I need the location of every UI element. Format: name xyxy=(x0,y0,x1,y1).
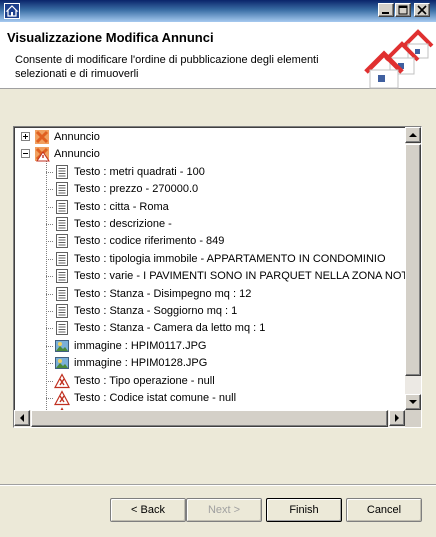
page-description: Consente di modificare l'ordine di pubbl… xyxy=(15,54,319,80)
finish-button[interactable]: Finish xyxy=(266,498,342,522)
scroll-left-icon[interactable] xyxy=(14,410,30,426)
tree-item[interactable]: Testo : citta - Roma xyxy=(54,198,169,216)
vertical-scroll-thumb[interactable] xyxy=(405,144,421,376)
tree-item-label: Testo : codice riferimento - 849 xyxy=(74,235,225,248)
tree-node-annuncio[interactable]: Annuncio xyxy=(34,128,100,146)
close-icon[interactable] xyxy=(414,3,430,17)
document-icon xyxy=(54,251,70,267)
tree-item[interactable]: Testo : Stanza - Soggiorno mq : 1 xyxy=(54,302,237,320)
tree-branch-line xyxy=(46,398,53,399)
document-icon xyxy=(54,320,70,336)
tree-item-label: Testo : Codice istat comune - null xyxy=(74,392,237,404)
maximize-icon[interactable] xyxy=(395,3,411,17)
tree-item-label: Testo : Stanza - Soggiorno mq : 1 xyxy=(74,305,238,317)
document-icon xyxy=(54,286,70,302)
tree-item[interactable]: Testo : tipologia immobile - APPARTAMENT… xyxy=(54,250,386,268)
vertical-scrollbar[interactable] xyxy=(405,127,421,410)
tree-item[interactable]: Testo : prezzo - 270000.0 xyxy=(54,180,198,198)
next-button[interactable]: Next > xyxy=(186,498,262,522)
tree-item-label: Testo : prezzo - 270000.0 xyxy=(74,183,199,196)
tree-item[interactable]: Testo : descrizione - xyxy=(54,215,172,233)
tree-item-label: Testo : varie - I PAVIMENTI SONO IN PARQ… xyxy=(74,270,405,283)
warning-x-icon xyxy=(34,146,50,162)
tree-branch-line xyxy=(46,189,53,191)
wizard-header: Visualizzazione Modifica Annunci Consent… xyxy=(0,22,436,89)
tree-branch-line xyxy=(46,293,53,295)
app-house-icon[interactable] xyxy=(4,3,20,19)
tree-branch-line xyxy=(46,224,53,225)
tree-branch-line xyxy=(46,171,53,173)
warning-icon xyxy=(53,372,71,389)
tree-branch-line xyxy=(46,276,53,278)
tree-panel: Annuncio Annuncio Testo : metri quadrati -… xyxy=(13,126,422,428)
scrollbar-corner xyxy=(405,410,421,427)
tree-branch-line xyxy=(46,328,53,330)
document-icon xyxy=(54,199,70,215)
document-icon xyxy=(54,268,70,284)
tree-item-label: immagine : HPIM0128.JPG xyxy=(74,357,208,370)
tree-item-label: Testo : citta - Roma xyxy=(74,200,169,213)
houses-logo-icon xyxy=(364,24,436,90)
document-icon xyxy=(54,164,70,180)
tree-item-label: Testo : Stanza - Camera da letto mq : 1 xyxy=(74,322,266,335)
document-icon xyxy=(54,181,70,197)
tree-item[interactable]: immagine : HPIM0117.JPG xyxy=(54,337,206,355)
document-icon xyxy=(54,216,70,232)
tree-connector-line xyxy=(46,159,47,410)
tree-item-label: Annuncio xyxy=(54,131,100,143)
tree-branch-line xyxy=(46,258,53,260)
tree-item-label: Testo : metri quadrati - 100 xyxy=(74,165,205,178)
tree-branch-line xyxy=(46,311,53,312)
document-icon xyxy=(54,303,70,319)
scroll-up-icon[interactable] xyxy=(405,127,421,143)
tree-item[interactable]: Testo : Codice istat comune - null xyxy=(53,389,237,407)
tree-item-label: immagine : HPIM0117.JPG xyxy=(74,339,207,352)
scroll-down-icon[interactable] xyxy=(405,394,421,410)
image-icon xyxy=(54,355,70,371)
back-button[interactable]: < Back xyxy=(110,498,186,522)
tree-item-label: Annuncio xyxy=(54,148,100,161)
tree-item[interactable]: Testo : codice riferimento - 849 xyxy=(54,232,224,250)
tree-branch-line xyxy=(46,363,53,365)
horizontal-scroll-thumb[interactable] xyxy=(31,410,388,427)
tree-branch-line xyxy=(46,380,53,382)
error-x-icon xyxy=(34,129,50,145)
image-icon xyxy=(54,338,70,354)
tree-item[interactable]: Testo : varie - I PAVIMENTI SONO IN PARQ… xyxy=(54,267,405,285)
scroll-right-icon[interactable] xyxy=(389,410,405,426)
minimize-icon[interactable] xyxy=(378,3,394,17)
warning-icon xyxy=(53,390,71,406)
tree-branch-line xyxy=(46,345,53,347)
tree-item[interactable]: Testo : Stanza - Disimpegno mq : 12 xyxy=(54,285,251,303)
tree-item-label: Testo : descrizione - xyxy=(74,218,172,230)
tree-item[interactable]: Testo : metri quadrati - 100 xyxy=(54,163,205,181)
tree-node-annuncio[interactable]: Annuncio xyxy=(34,145,100,163)
page-title: Visualizzazione Modifica Annunci xyxy=(7,30,214,45)
tree-branch-line xyxy=(46,206,53,208)
tree-item-label: Testo : Stanza - Disimpegno mq : 12 xyxy=(74,287,252,300)
tree-item[interactable]: Testo : Tipo operazione - null xyxy=(53,372,215,390)
element-tree[interactable]: Annuncio Annuncio Testo : metri quadrati -… xyxy=(14,127,405,410)
horizontal-scrollbar[interactable] xyxy=(14,410,405,427)
tree-item[interactable]: immagine : HPIM0128.JPG xyxy=(54,354,207,372)
collapse-minus-icon[interactable] xyxy=(21,149,30,159)
expand-plus-icon[interactable] xyxy=(21,132,30,141)
tree-item[interactable]: Testo : Stanza - Camera da letto mq : 1 xyxy=(54,319,265,337)
tree-branch-line xyxy=(46,241,53,243)
cancel-button[interactable]: Cancel xyxy=(346,498,422,522)
title-bar xyxy=(0,0,436,22)
tree-item-label: Testo : Tipo operazione - null xyxy=(74,374,215,387)
document-icon xyxy=(54,233,70,249)
button-separator xyxy=(0,484,436,486)
tree-item-label: Testo : tipologia immobile - APPARTAMENT… xyxy=(74,252,386,265)
